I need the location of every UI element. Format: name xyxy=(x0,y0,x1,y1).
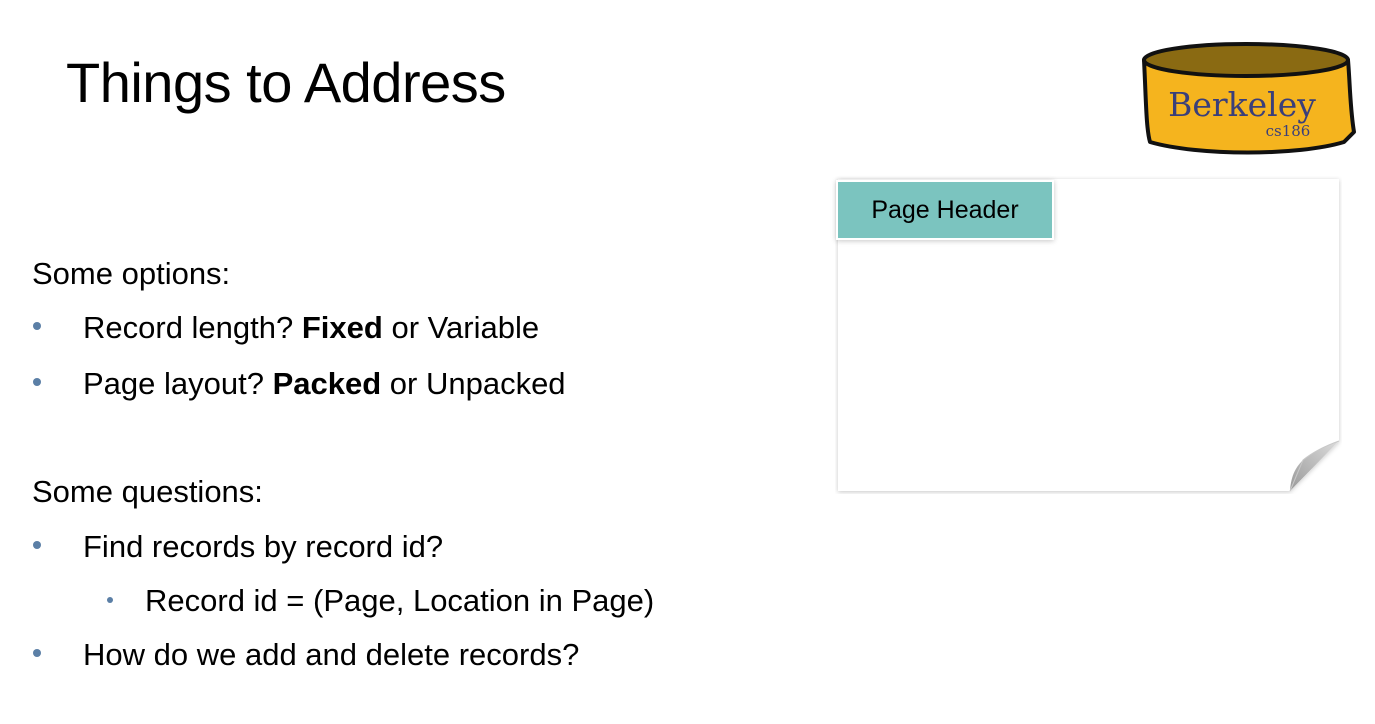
bullet-dot xyxy=(33,378,41,386)
logo-main-text: Berkeley xyxy=(1168,85,1316,124)
bullet-dot xyxy=(107,597,113,603)
bullet-text: Page layout? xyxy=(83,366,273,401)
bullet-bold-text: Fixed xyxy=(301,310,383,345)
bullet-text: or Variable xyxy=(382,310,540,345)
page-header-box: Page Header xyxy=(838,182,1052,238)
bullet-dot xyxy=(33,322,41,330)
bullet-record-length: Record length? Fixed or Variable xyxy=(33,310,540,346)
options-heading: Some options: xyxy=(32,256,231,291)
questions-heading: Some questions: xyxy=(32,474,263,509)
berkeley-cs186-logo: Berkeley cs186 xyxy=(1142,42,1356,155)
bullet-dot xyxy=(33,541,41,549)
logo-sub-text: cs186 xyxy=(1266,122,1311,140)
bullet-text: How do we add and delete records? xyxy=(83,637,580,672)
bullet-find-records: Find records by record id? xyxy=(33,529,444,565)
bullet-text: Record id = (Page, Location in Page) xyxy=(145,583,655,618)
bullet-text: Record length? xyxy=(83,310,302,345)
bullet-add-delete: How do we add and delete records? xyxy=(33,637,580,673)
subbullet-record-id: Record id = (Page, Location in Page) xyxy=(107,583,655,619)
slide-title: Things to Address xyxy=(66,51,506,114)
bullet-bold-text: Packed xyxy=(272,366,382,401)
bullet-text: or Unpacked xyxy=(381,366,566,401)
slide: Things to Address Berkeley cs186 Some op… xyxy=(0,0,1375,724)
bullet-text: Find records by record id? xyxy=(83,529,444,564)
bullet-page-layout: Page layout? Packed or Unpacked xyxy=(33,366,566,402)
bullet-dot xyxy=(33,649,41,657)
